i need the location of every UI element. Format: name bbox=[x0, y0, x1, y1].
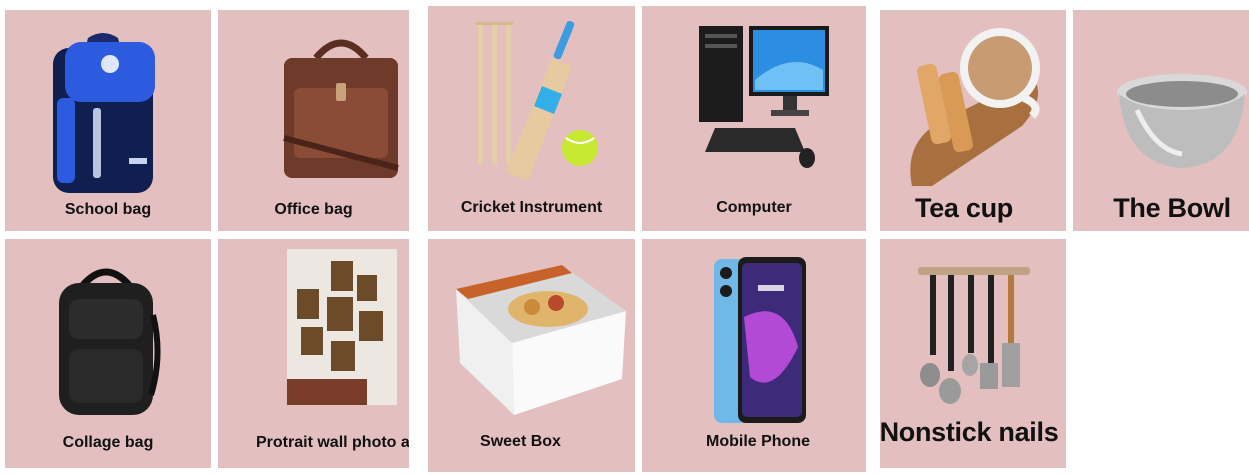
school-backpack-icon bbox=[53, 33, 155, 193]
product-card-school-bag[interactable]: School bag bbox=[5, 10, 211, 231]
product-label: Tea cup bbox=[915, 193, 1013, 223]
product-card-sweet-box[interactable]: Sweet Box bbox=[428, 239, 635, 472]
product-label: Office bag bbox=[274, 201, 353, 218]
product-card-computer[interactable]: Computer bbox=[642, 6, 866, 231]
column-divider bbox=[410, 0, 426, 475]
steel-bowl-icon bbox=[1117, 74, 1247, 168]
product-label: Computer bbox=[716, 199, 792, 216]
product-card-nonstick-nails[interactable]: Nonstick nails bbox=[880, 239, 1066, 468]
product-label: Protrait wall photo alva bbox=[256, 434, 409, 451]
product-label: Nonstick nails bbox=[880, 417, 1059, 447]
product-label: Mobile Phone bbox=[706, 433, 810, 450]
product-card-office-bag[interactable]: Office bag bbox=[218, 10, 409, 231]
product-label: Collage bag bbox=[62, 434, 154, 451]
mobile-phone-icon bbox=[714, 257, 806, 423]
product-card-bowl[interactable]: The Bowl bbox=[1073, 10, 1249, 231]
black-backpack-icon bbox=[59, 268, 161, 415]
sweet-box-icon bbox=[456, 265, 626, 415]
product-label: Cricket Instrument bbox=[460, 199, 603, 216]
column-divider bbox=[867, 0, 878, 475]
product-label: The Bowl bbox=[1113, 193, 1231, 223]
desktop-computer-icon bbox=[699, 26, 829, 168]
wall-photo-frames-icon bbox=[287, 249, 397, 405]
product-card-mobile-phone[interactable]: Mobile Phone bbox=[642, 239, 866, 472]
product-card-tea-cup[interactable]: Tea cup bbox=[880, 10, 1066, 231]
product-card-wall-photo[interactable]: Protrait wall photo alva bbox=[218, 239, 409, 468]
product-label: School bag bbox=[64, 201, 152, 218]
leather-office-bag-icon bbox=[283, 39, 399, 178]
product-card-cricket[interactable]: Cricket Instrument bbox=[428, 6, 635, 231]
cricket-bat-ball-stumps-icon bbox=[476, 20, 598, 181]
product-card-collage-bag[interactable]: Collage bag bbox=[5, 239, 211, 468]
product-label: Sweet Box bbox=[480, 433, 561, 450]
kitchen-utensils-icon bbox=[918, 267, 1030, 404]
tea-cup-icon bbox=[910, 28, 1040, 186]
